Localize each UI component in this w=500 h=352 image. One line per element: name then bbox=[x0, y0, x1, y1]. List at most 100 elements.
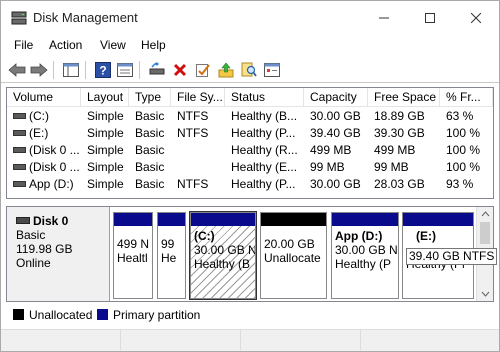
disk-state: Online bbox=[16, 256, 51, 270]
primary-partition-bar bbox=[403, 213, 473, 226]
window-title: Disk Management bbox=[33, 10, 138, 25]
svg-text:?: ? bbox=[99, 64, 106, 78]
percent-free-cell: 100 % bbox=[446, 160, 481, 174]
back-button[interactable] bbox=[7, 60, 27, 80]
volume-list: Volume Layout Type File Sy... Status Cap… bbox=[6, 87, 494, 199]
settings-button[interactable] bbox=[262, 60, 282, 80]
partition-text: (C:) 30.00 GB N Healthy (B bbox=[194, 229, 255, 271]
volume-icon bbox=[13, 112, 26, 119]
minimize-icon bbox=[379, 17, 389, 18]
menu-file[interactable]: File bbox=[14, 38, 33, 52]
free-space-cell: 39.30 GB bbox=[374, 126, 425, 140]
type-cell: Basic bbox=[135, 143, 165, 157]
properties-button[interactable] bbox=[115, 60, 135, 80]
column-header-percent-free[interactable]: % Fr... bbox=[440, 88, 493, 107]
volume-name: App (D:) bbox=[29, 177, 74, 191]
status-bar bbox=[1, 329, 499, 351]
status-cell: Healthy (P... bbox=[231, 177, 296, 191]
close-button[interactable] bbox=[453, 1, 499, 34]
column-header-layout[interactable]: Layout bbox=[81, 88, 129, 107]
maximize-button[interactable] bbox=[407, 1, 453, 34]
menu-bar: File Action View Help bbox=[1, 34, 499, 56]
column-header-capacity[interactable]: Capacity bbox=[304, 88, 368, 107]
free-space-cell: 99 MB bbox=[374, 160, 409, 174]
primary-partition-bar bbox=[114, 213, 152, 226]
volume-icon bbox=[13, 129, 26, 136]
partition-size: 30.00 GB N bbox=[335, 243, 398, 257]
file-system-cell bbox=[171, 159, 225, 176]
file-system-cell: NTFS bbox=[177, 126, 209, 140]
column-header-file-system[interactable]: File Sy... bbox=[171, 88, 225, 107]
forward-button[interactable] bbox=[29, 60, 49, 80]
menu-view[interactable]: View bbox=[100, 38, 126, 52]
check-disk-button[interactable] bbox=[193, 60, 213, 80]
partition-status: Unallocate bbox=[264, 251, 321, 265]
legend: Unallocated Primary partition bbox=[6, 305, 494, 325]
rescan-button[interactable] bbox=[147, 60, 167, 80]
percent-free-cell: 63 % bbox=[446, 109, 474, 123]
volume-row[interactable]: (E:) Simple Basic NTFS Healthy (P... 39.… bbox=[7, 125, 493, 142]
capacity-cell: 99 MB bbox=[310, 160, 345, 174]
minimize-button[interactable] bbox=[361, 1, 407, 34]
volume-row[interactable]: (C:) Simple Basic NTFS Healthy (B... 30.… bbox=[7, 108, 493, 125]
partition-c[interactable]: (C:) 30.00 GB N Healthy (B bbox=[189, 211, 257, 300]
type-cell: Basic bbox=[135, 177, 165, 191]
rescan-icon bbox=[149, 62, 165, 75]
toolbar-separator bbox=[53, 61, 54, 79]
menu-action[interactable]: Action bbox=[49, 38, 82, 52]
volume-row[interactable]: (Disk 0 ... Simple Basic Healthy (R... 4… bbox=[7, 142, 493, 159]
status-cell: Healthy (P... bbox=[231, 126, 296, 140]
layout-cell: Simple bbox=[87, 143, 124, 157]
check-icon bbox=[196, 64, 210, 77]
import-icon bbox=[218, 62, 234, 78]
capacity-cell: 30.00 GB bbox=[310, 109, 361, 123]
status-cell: Healthy (R... bbox=[231, 143, 298, 157]
disk-info-panel[interactable]: Disk 0 Basic 119.98 GB Online bbox=[7, 207, 110, 301]
volume-icon bbox=[13, 163, 26, 170]
console-tree-icon bbox=[63, 63, 79, 77]
status-pane bbox=[241, 330, 361, 350]
type-cell: Basic bbox=[135, 160, 165, 174]
column-header-status[interactable]: Status bbox=[225, 88, 304, 107]
column-header-free-space[interactable]: Free Space bbox=[368, 88, 440, 107]
volume-row[interactable]: App (D:) Simple Basic NTFS Healthy (P...… bbox=[7, 176, 493, 193]
volume-name: (C:) bbox=[29, 109, 49, 123]
partition-d[interactable]: App (D:) 30.00 GB N Healthy (P bbox=[331, 212, 399, 299]
capacity-cell: 39.40 GB bbox=[310, 126, 361, 140]
partition-size: 499 N bbox=[117, 237, 150, 251]
percent-free-cell: 100 % bbox=[446, 126, 481, 140]
partition-text: 99 He bbox=[161, 237, 176, 265]
percent-free-cell: 100 % bbox=[446, 143, 481, 157]
partition-text: App (D:) 30.00 GB N Healthy (P bbox=[335, 229, 398, 271]
partition-recovery[interactable]: 499 N Healtl bbox=[113, 212, 153, 299]
capacity-cell: 499 MB bbox=[310, 143, 352, 157]
menu-help[interactable]: Help bbox=[141, 38, 166, 52]
back-icon bbox=[8, 63, 26, 77]
scroll-thumb[interactable] bbox=[480, 222, 490, 244]
disk-name: Disk 0 bbox=[33, 214, 69, 228]
disk-icon bbox=[16, 217, 30, 225]
column-header-volume[interactable]: Volume bbox=[7, 88, 81, 107]
disk-type: Basic bbox=[16, 228, 46, 242]
delete-button[interactable] bbox=[170, 60, 190, 80]
console-tree-button[interactable] bbox=[61, 60, 81, 80]
volume-name: (E:) bbox=[29, 126, 49, 140]
partition-unallocated[interactable]: 20.00 GB Unallocate bbox=[260, 212, 327, 299]
partition-label: App (D:) bbox=[335, 229, 383, 243]
help-button[interactable]: ? bbox=[93, 60, 113, 80]
properties-icon bbox=[117, 63, 133, 77]
column-header-type[interactable]: Type bbox=[129, 88, 171, 107]
unallocated-swatch bbox=[13, 309, 24, 320]
volume-name-cell: (C:) bbox=[7, 108, 81, 125]
search-button[interactable] bbox=[239, 60, 259, 80]
status-cell: Healthy (E... bbox=[231, 160, 298, 174]
partition-efi[interactable]: 99 He bbox=[157, 212, 186, 299]
partition-label: (C:) bbox=[194, 229, 215, 243]
status-pane bbox=[121, 330, 241, 350]
legend-primary: Primary partition bbox=[113, 308, 201, 322]
disk-size: 119.98 GB bbox=[16, 242, 73, 256]
volume-name: (Disk 0 ... bbox=[29, 160, 80, 174]
import-button[interactable] bbox=[216, 60, 236, 80]
volume-row[interactable]: (Disk 0 ... Simple Basic Healthy (E... 9… bbox=[7, 159, 493, 176]
forward-icon bbox=[30, 63, 48, 77]
